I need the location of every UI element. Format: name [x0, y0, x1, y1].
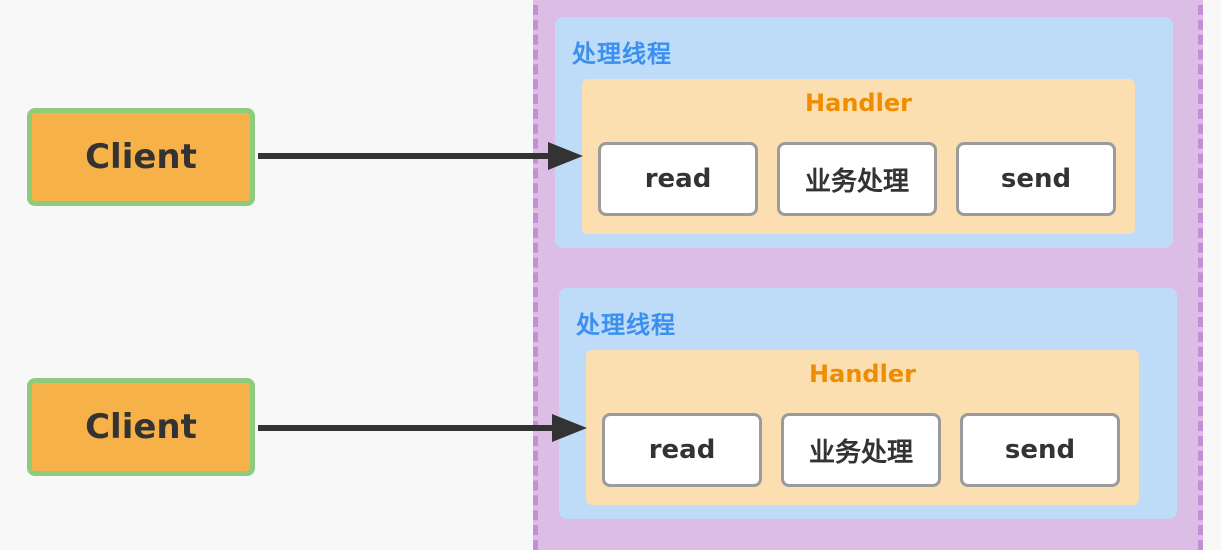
- arrowhead-2: [552, 414, 587, 442]
- arrowhead-1: [548, 142, 583, 170]
- connection-arrows: [258, 142, 587, 442]
